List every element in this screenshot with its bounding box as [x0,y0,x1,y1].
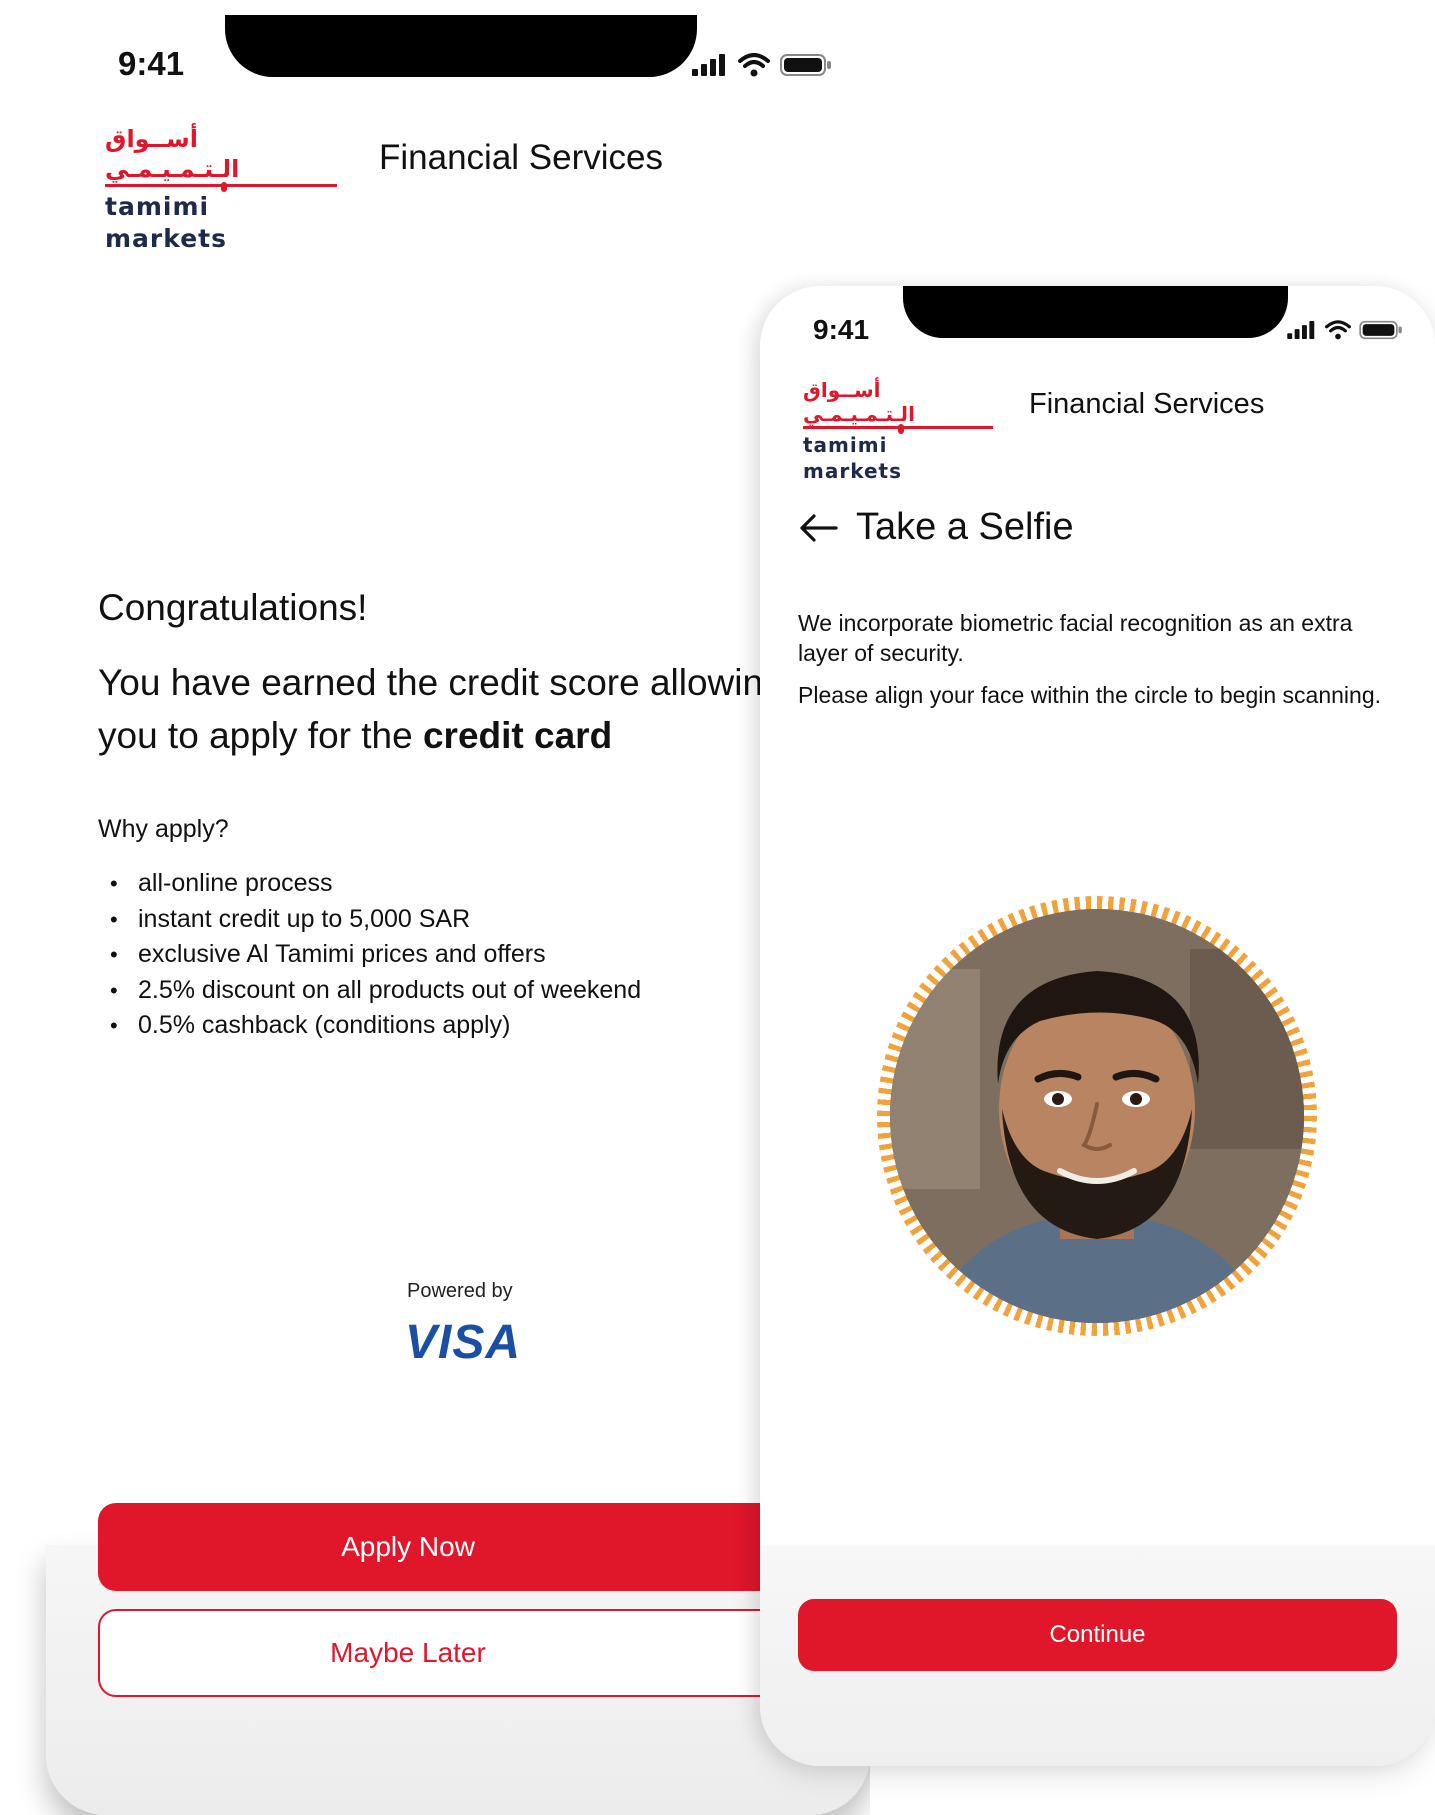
tamimi-markets-logo: أســواق الـتـمـيـمـي tamimi markets [803,378,993,484]
logo-arabic-text: أســواق الـتـمـيـمـي [105,125,240,183]
credit-score-message-prefix: you to apply for the [98,715,423,756]
maybe-later-button[interactable]: Maybe Later [98,1609,870,1697]
face-illustration [890,909,1304,1323]
signal-icon [1287,321,1315,339]
credit-score-message-line1: You have earned the credit score allowin [98,662,764,703]
benefit-item: • 2.5% discount on all products out of we… [110,975,642,1004]
logo-latin-text: tamimi markets [803,433,902,483]
why-apply-heading: Why apply? [98,815,229,843]
phone-notch [903,286,1288,338]
benefit-item: • all-online process [110,869,333,897]
status-time: 9:41 [813,314,870,345]
page-title: Take a Selfie [856,506,1074,548]
battery-icon [780,54,831,76]
biometric-description: We incorporate biometric facial recognit… [798,610,1353,666]
align-face-instruction: Please align your face within the circle… [798,682,1382,708]
wifi-icon [738,53,770,77]
benefit-item: • exclusive Al Tamimi prices and offers [110,940,546,968]
phone-screen-credit-offer: 9:41 أســواق الـتـمـيـمـي tamimi markets… [0,0,870,1815]
benefit-item: • instant credit up to 5,000 SAR [110,904,471,933]
continue-button[interactable]: Continue [798,1599,1397,1671]
logo-arabic-text: أســواق الـتـمـيـمـي [803,378,915,426]
benefits-list: • all-online process • instant credit up t… [110,866,641,1044]
credit-score-message-line2: you to apply for the credit card [98,709,778,762]
brand-title: Financial Services [379,138,663,177]
phone-screen-selfie: 9:41 أســواق الـتـمـيـمـي tamimi markets… [760,286,1435,1766]
logo-divider [105,182,337,192]
credit-card-emphasis: credit card [422,715,613,756]
phone-notch [225,15,697,77]
status-time: 9:41 [118,45,185,82]
congratulations-heading: Congratulations! [98,587,368,628]
logo-divider [803,424,993,434]
battery-icon [1359,320,1402,340]
brand-title: Financial Services [1029,388,1265,420]
visa-logo: VISA [405,1316,522,1369]
benefit-item: • 0.5% cashback (conditions apply) [110,1011,511,1039]
page-header: Take a Selfie [798,506,1074,549]
credit-score-message: You have earned the credit score allowin… [98,656,778,762]
selfie-photo [890,909,1304,1323]
face-scan-ring [877,896,1317,1336]
signal-icon [692,54,725,76]
wifi-icon [1325,320,1351,340]
status-icons [692,53,832,77]
logo-latin-text: tamimi markets [105,192,227,253]
back-arrow-icon[interactable] [798,512,838,544]
status-icons [1287,320,1403,340]
tamimi-markets-logo: أســواق الـتـمـيـمـي tamimi markets [105,124,337,255]
powered-by-label: Powered by [407,1280,513,1302]
apply-now-button[interactable]: Apply Now [98,1503,870,1591]
